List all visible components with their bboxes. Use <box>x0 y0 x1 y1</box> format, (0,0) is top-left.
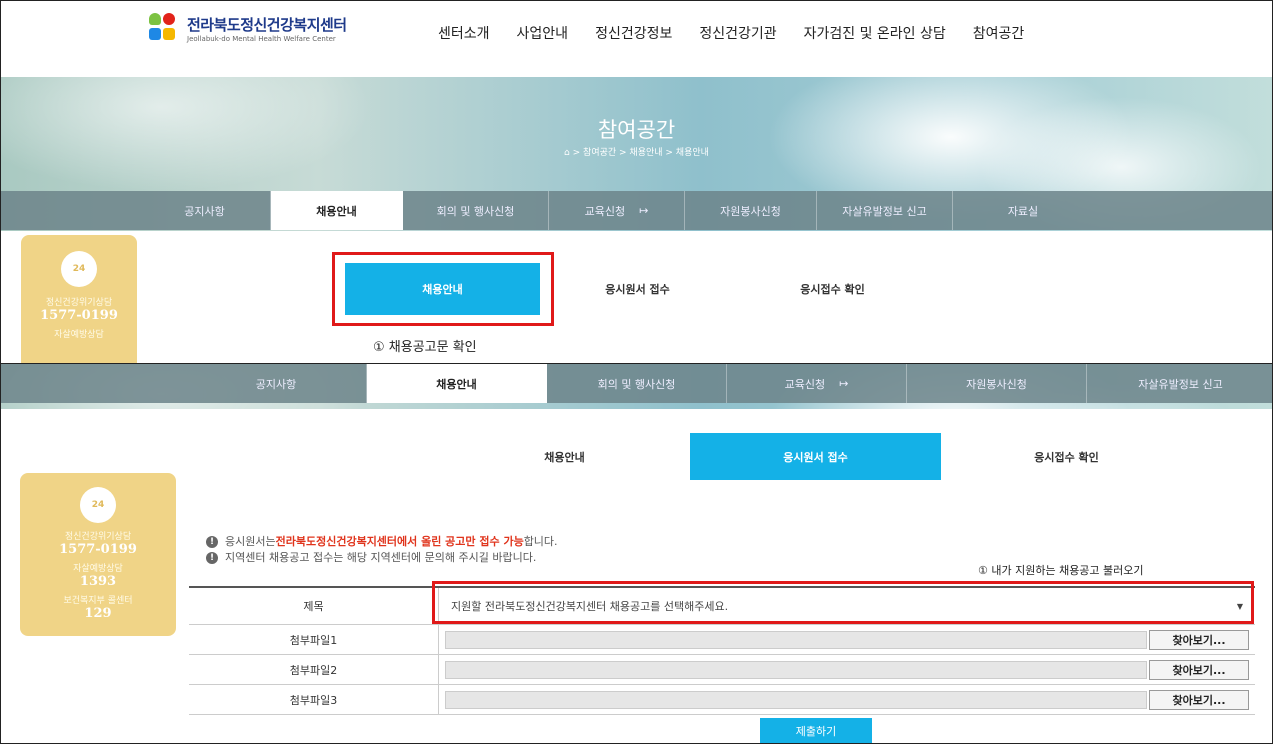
phone-24-badge: 24 <box>91 500 105 510</box>
notice-line: ! 응시원서는 전라북도정신건강복지센터에서 올린 공고만 접수 가능 합니다. <box>206 534 558 550</box>
logo-subtitle: Jeollabuk-do Mental Health Welfare Cente… <box>187 34 336 43</box>
subnav-item-education[interactable]: 교육신청 ↦ <box>727 364 907 403</box>
logo-icon <box>147 11 183 45</box>
main-nav: 센터소개 사업안내 정신건강정보 정신건강기관 자가검진 및 온라인 상담 참여… <box>438 23 1051 43</box>
form-row-file: 첨부파일3 찾아보기... <box>189 685 1255 715</box>
form-row-file: 첨부파일1 찾아보기... <box>189 625 1255 655</box>
notice-highlight: 전라북도정신건강복지센터에서 올린 공고만 접수 가능 <box>275 535 524 548</box>
subnav-item-education-label: 교육신청 <box>784 377 826 391</box>
browse-button[interactable]: 찾아보기... <box>1149 659 1249 680</box>
notice-text-pre: 응시원서는 <box>225 535 276 548</box>
subnav-item-volunteer[interactable]: 자원봉사신청 <box>685 191 817 230</box>
sub-nav: 공지사항 채용안내 회의 및 행사신청 교육신청 ↦ 자원봉사신청 자살유발정보 … <box>1 364 1272 403</box>
breadcrumb: ⌂ > 참여공간 > 채용안내 > 채용안내 <box>1 145 1272 158</box>
external-link-icon: ↦ <box>839 377 849 390</box>
nav-item-participation[interactable]: 참여공간 <box>973 23 1025 43</box>
contact-label: 보건복지부 콜센터 <box>63 596 133 606</box>
contact-label: 자살예방상담 <box>73 564 123 574</box>
tab-application-check[interactable]: 응시접수 확인 <box>941 433 1192 480</box>
submit-button[interactable]: 제출하기 <box>760 718 872 743</box>
phone-24-icon: 24 <box>61 251 97 287</box>
highlight-box <box>432 581 1254 624</box>
site-logo[interactable]: 전라북도정신건강복지센터 Jeollabuk-do Mental Health … <box>147 11 347 45</box>
breadcrumb-text: > 참여공간 > 채용안내 > 채용안내 <box>572 148 709 158</box>
contact-number: 1577-0199 <box>59 542 137 557</box>
subnav-item-event[interactable]: 회의 및 행사신청 <box>547 364 727 403</box>
subnav-item-event[interactable]: 회의 및 행사신청 <box>403 191 549 230</box>
screenshot-panel-2: 공지사항 채용안내 회의 및 행사신청 교육신청 ↦ 자원봉사신청 자살유발정보 … <box>0 363 1273 744</box>
tab-recruit-info[interactable]: 채용안내 <box>439 433 690 480</box>
form-label: 첨부파일2 <box>189 655 439 684</box>
logo-title: 전라북도정신건강복지센터 <box>187 15 347 34</box>
notice-line: ! 지역센터 채용공고 접수는 해당 지역센터에 문의해 주시길 바랍니다. <box>206 550 558 566</box>
step-caption: ① 내가 지원하는 채용공고 불러오기 <box>978 564 1144 577</box>
browse-button[interactable]: 찾아보기... <box>1149 689 1249 710</box>
nav-item-center-intro[interactable]: 센터소개 <box>438 23 490 43</box>
tab-application[interactable]: 응시원서 접수 <box>690 433 941 480</box>
subnav-item-recruit[interactable]: 채용안내 <box>367 364 547 403</box>
tab-application-check[interactable]: 응시접수 확인 <box>735 263 930 315</box>
contact-number: 1577-0199 <box>40 308 118 323</box>
page-title: 참여공간 <box>597 118 676 142</box>
subnav-item-report[interactable]: 자살유발정보 신고 <box>1087 364 1272 403</box>
subnav-item-notice[interactable]: 공지사항 <box>139 191 271 230</box>
browse-button[interactable]: 찾아보기... <box>1149 629 1249 650</box>
subnav-item-education-label: 교육신청 <box>584 204 626 218</box>
subnav-item-archive[interactable]: 자료실 <box>953 191 1093 230</box>
contact-label: 자살예방상담 <box>54 330 104 340</box>
contact-label: 정신건강위기상담 <box>45 298 113 308</box>
file-path-field[interactable] <box>445 660 1147 679</box>
recruit-tabs: 채용안내 응시원서 접수 응시접수 확인 <box>439 433 1192 480</box>
screenshot-panel-1: 전라북도정신건강복지센터 Jeollabuk-do Mental Health … <box>0 0 1273 364</box>
exclamation-icon: ! <box>206 536 218 548</box>
contact-number: 1393 <box>79 574 117 589</box>
tab-application[interactable]: 응시원서 접수 <box>540 263 735 315</box>
external-link-icon: ↦ <box>639 204 649 217</box>
notice-box: ! 응시원서는 전라북도정신건강복지센터에서 올린 공고만 접수 가능 합니다.… <box>206 534 558 566</box>
file-path-field[interactable] <box>445 630 1147 649</box>
notice-text-post: 합니다. <box>523 535 558 548</box>
subnav-item-education[interactable]: 교육신청 ↦ <box>549 191 685 230</box>
subnav-item-recruit[interactable]: 채용안내 <box>271 191 403 230</box>
contact-label: 정신건강위기상담 <box>64 532 132 542</box>
nav-item-business[interactable]: 사업안내 <box>517 23 569 43</box>
nav-item-mental-health-info[interactable]: 정신건강정보 <box>595 23 672 43</box>
form-label: 첨부파일1 <box>189 625 439 654</box>
nav-item-institutions[interactable]: 정신건강기관 <box>699 23 776 43</box>
sub-nav: 공지사항 채용안내 회의 및 행사신청 교육신청 ↦ 자원봉사신청 자살유발정보 … <box>1 191 1272 230</box>
step-caption: ① 채용공고문 확인 <box>373 340 477 355</box>
notice-text: 지역센터 채용공고 접수는 해당 지역센터에 문의해 주시길 바랍니다. <box>225 551 537 564</box>
subnav-item-notice[interactable]: 공지사항 <box>186 364 367 403</box>
phone-24-icon: 24 <box>80 487 116 523</box>
contact-number: 129 <box>84 606 112 621</box>
exclamation-icon: ! <box>206 552 218 564</box>
quick-contact-box: 24 정신건강위기상담 1577-0199 자살예방상담 1393 보건복지부 … <box>20 473 176 636</box>
subnav-item-volunteer[interactable]: 자원봉사신청 <box>907 364 1087 403</box>
home-icon[interactable]: ⌂ <box>564 148 570 158</box>
form-label: 첨부파일3 <box>189 685 439 714</box>
phone-24-badge: 24 <box>72 264 86 274</box>
site-header: 전라북도정신건강복지센터 Jeollabuk-do Mental Health … <box>1 1 1272 77</box>
file-path-field[interactable] <box>445 690 1147 709</box>
highlight-box <box>332 252 554 326</box>
form-label: 제목 <box>189 588 439 624</box>
subnav-item-report[interactable]: 자살유발정보 신고 <box>817 191 953 230</box>
quick-contact-box: 24 정신건강위기상담 1577-0199 자살예방상담 <box>21 235 137 363</box>
nav-item-self-check[interactable]: 자가검진 및 온라인 상담 <box>804 23 946 43</box>
form-row-file: 첨부파일2 찾아보기... <box>189 655 1255 685</box>
